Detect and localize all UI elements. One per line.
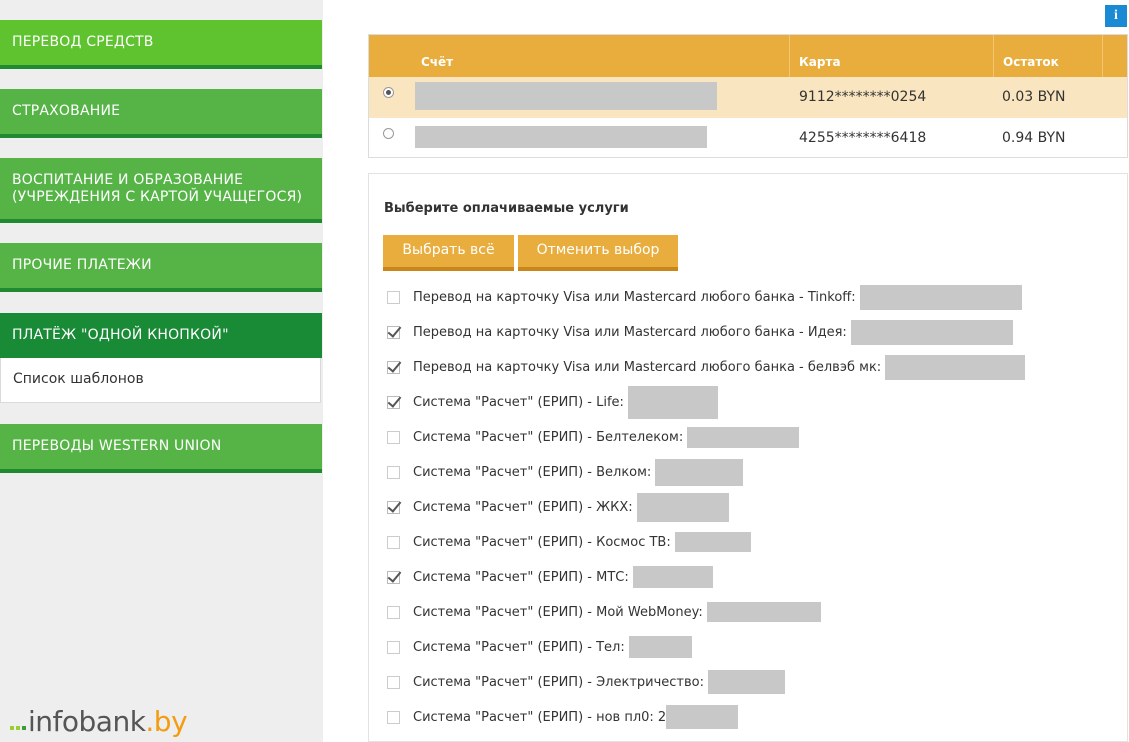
service-label: Система "Расчет" (ЕРИП) - нов пл0: 2 bbox=[413, 709, 667, 725]
service-checkbox[interactable] bbox=[387, 710, 400, 724]
service-item[interactable]: Система "Расчет" (ЕРИП) - Life: bbox=[387, 385, 718, 419]
service-item[interactable]: Система "Расчет" (ЕРИП) - Электричество: bbox=[387, 670, 786, 694]
account-card-number: 9112********0254 bbox=[799, 89, 927, 105]
service-label: Система "Расчет" (ЕРИП) - Электричество: bbox=[413, 674, 705, 690]
service-label: Система "Расчет" (ЕРИП) - Велком: bbox=[413, 464, 652, 480]
sidebar-subitem-templates[interactable]: Список шаблонов bbox=[0, 358, 321, 403]
account-balance: 0.03 BYN bbox=[1002, 89, 1066, 105]
logo-brand: infobank bbox=[28, 705, 146, 738]
service-label: Перевод на карточку Visa или Mastercard … bbox=[413, 324, 847, 340]
sidebar-item-label: ПРОЧИЕ ПЛАТЕЖИ bbox=[12, 257, 152, 273]
column-divider bbox=[993, 35, 994, 77]
service-checkbox[interactable] bbox=[387, 675, 400, 689]
services-panel: Выберите оплачиваемые услуги Выбрать всё… bbox=[368, 173, 1128, 742]
service-value-redacted bbox=[708, 670, 786, 694]
sidebar-item-education[interactable]: ВОСПИТАНИЕ И ОБРАЗОВАНИЕ (УЧРЕЖДЕНИЯ С К… bbox=[0, 158, 322, 223]
service-label: Система "Расчет" (ЕРИП) - Тел: bbox=[413, 639, 625, 655]
service-value-redacted bbox=[706, 602, 821, 622]
sidebar-item-label: ПЕРЕВОДЫ WESTERN UNION bbox=[12, 438, 222, 454]
service-checkbox[interactable] bbox=[387, 535, 400, 549]
service-label: Перевод на карточку Visa или Mastercard … bbox=[413, 359, 882, 375]
service-item[interactable]: Система "Расчет" (ЕРИП) - ЖКХ: bbox=[387, 492, 729, 522]
sidebar-item-one-click-payment[interactable]: ПЛАТЁЖ "ОДНОЙ КНОПКОЙ" bbox=[0, 313, 322, 358]
column-divider bbox=[789, 35, 790, 77]
service-label: Система "Расчет" (ЕРИП) - ЖКХ: bbox=[413, 499, 633, 515]
column-header-balance: Остаток bbox=[1003, 55, 1059, 69]
account-row[interactable]: 4255********6418 0.94 BYN bbox=[369, 118, 1127, 159]
column-header-card: Карта bbox=[799, 55, 841, 69]
service-checkbox[interactable] bbox=[387, 500, 400, 514]
service-value-redacted bbox=[655, 458, 744, 486]
sidebar-item-other-payments[interactable]: ПРОЧИЕ ПЛАТЕЖИ bbox=[0, 243, 322, 292]
service-value-redacted bbox=[850, 319, 1013, 345]
column-header-account: Счёт bbox=[421, 55, 454, 69]
sidebar-item-insurance[interactable]: СТРАХОВАНИЕ bbox=[0, 89, 322, 138]
service-value-redacted bbox=[674, 532, 751, 552]
service-label: Система "Расчет" (ЕРИП) - Life: bbox=[413, 394, 624, 410]
service-checkbox[interactable] bbox=[387, 605, 400, 619]
service-item[interactable]: Система "Расчет" (ЕРИП) - МТС: bbox=[387, 566, 713, 588]
select-all-button[interactable]: Выбрать всё bbox=[383, 235, 514, 271]
sidebar-item-label: ВОСПИТАНИЕ И ОБРАЗОВАНИЕ (УЧРЕЖДЕНИЯ С К… bbox=[12, 171, 303, 205]
sidebar-item-label: СТРАХОВАНИЕ bbox=[12, 103, 121, 119]
sidebar-item-label: ПЛАТЁЖ "ОДНОЙ КНОПКОЙ" bbox=[12, 327, 229, 343]
account-radio[interactable] bbox=[383, 87, 394, 98]
account-number-redacted bbox=[415, 126, 707, 148]
sidebar-item-transfer[interactable]: ПЕРЕВОД СРЕДСТВ bbox=[0, 20, 322, 69]
sidebar-item-label: ПЕРЕВОД СРЕДСТВ bbox=[12, 34, 154, 50]
service-value-redacted bbox=[666, 705, 739, 729]
service-value-redacted bbox=[636, 492, 729, 522]
service-label: Система "Расчет" (ЕРИП) - Космос ТВ: bbox=[413, 534, 671, 550]
service-checkbox[interactable] bbox=[387, 395, 400, 409]
account-balance: 0.94 BYN bbox=[1002, 130, 1066, 146]
service-value-redacted bbox=[885, 354, 1026, 380]
services-title: Выберите оплачиваемые услуги bbox=[384, 201, 629, 216]
service-value-redacted bbox=[632, 566, 713, 588]
info-button[interactable]: i bbox=[1105, 5, 1127, 27]
service-checkbox[interactable] bbox=[387, 570, 400, 584]
infobank-logo: infobank .by bbox=[10, 705, 188, 738]
service-item[interactable]: Перевод на карточку Visa или Mastercard … bbox=[387, 354, 1026, 380]
service-checkbox[interactable] bbox=[387, 290, 400, 304]
service-label: Перевод на карточку Visa или Mastercard … bbox=[413, 289, 856, 305]
service-item[interactable]: Система "Расчет" (ЕРИП) - Мой WebMoney: bbox=[387, 602, 821, 622]
service-value-redacted bbox=[628, 636, 692, 658]
sidebar-item-western-union[interactable]: ПЕРЕВОДЫ WESTERN UNION bbox=[0, 424, 322, 473]
service-value-redacted bbox=[627, 385, 718, 419]
accounts-table-header: Счёт Карта Остаток bbox=[369, 35, 1127, 77]
service-item[interactable]: Система "Расчет" (ЕРИП) - Тел: bbox=[387, 636, 692, 658]
service-label: Система "Расчет" (ЕРИП) - Мой WebMoney: bbox=[413, 604, 703, 620]
service-item[interactable]: Система "Расчет" (ЕРИП) - Космос ТВ: bbox=[387, 532, 751, 552]
service-item[interactable]: Система "Расчет" (ЕРИП) - нов пл0: 2 bbox=[387, 705, 739, 729]
column-divider bbox=[1102, 35, 1103, 77]
service-checkbox[interactable] bbox=[387, 640, 400, 654]
service-item[interactable]: Перевод на карточку Visa или Mastercard … bbox=[387, 284, 1022, 310]
service-value-redacted bbox=[687, 426, 800, 448]
logo-tld: .by bbox=[145, 705, 188, 738]
service-label: Система "Расчет" (ЕРИП) - МТС: bbox=[413, 569, 629, 585]
account-card-number: 4255********6418 bbox=[799, 130, 927, 146]
service-label: Система "Расчет" (ЕРИП) - Белтелеком: bbox=[413, 429, 684, 445]
account-number-redacted bbox=[415, 82, 717, 110]
service-checkbox[interactable] bbox=[387, 465, 400, 479]
service-item[interactable]: Система "Расчет" (ЕРИП) - Белтелеком: bbox=[387, 426, 800, 448]
service-checkbox[interactable] bbox=[387, 325, 400, 339]
service-value-redacted bbox=[859, 284, 1022, 310]
sidebar: ПЕРЕВОД СРЕДСТВ СТРАХОВАНИЕ ВОСПИТАНИЕ И… bbox=[0, 0, 323, 742]
account-row[interactable]: 9112********0254 0.03 BYN bbox=[369, 77, 1127, 118]
account-radio[interactable] bbox=[383, 128, 394, 139]
service-checkbox[interactable] bbox=[387, 360, 400, 374]
service-item[interactable]: Перевод на карточку Visa или Mastercard … bbox=[387, 319, 1013, 345]
accounts-table: Счёт Карта Остаток 9112********0254 0.03… bbox=[368, 34, 1128, 158]
service-item[interactable]: Система "Расчет" (ЕРИП) - Велком: bbox=[387, 458, 744, 486]
service-checkbox[interactable] bbox=[387, 430, 400, 444]
cancel-selection-button[interactable]: Отменить выбор bbox=[518, 235, 678, 271]
sidebar-subitem-label: Список шаблонов bbox=[13, 371, 144, 387]
logo-dots-icon bbox=[10, 726, 26, 730]
